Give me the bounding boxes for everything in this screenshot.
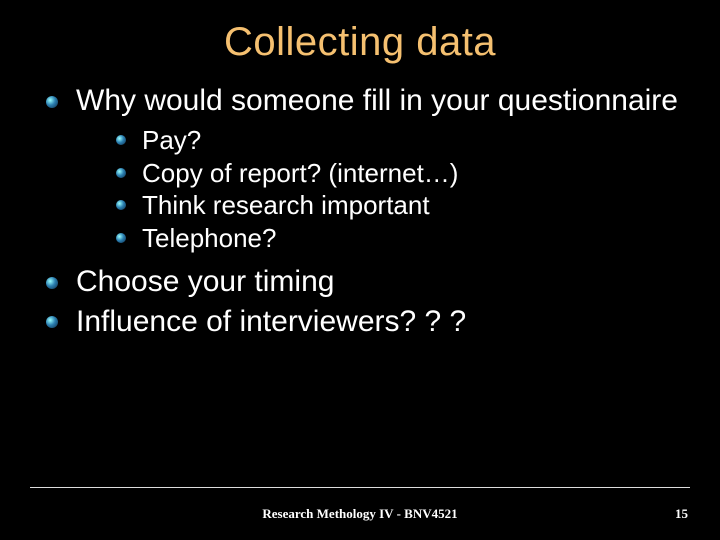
bullet-list: Why would someone fill in your questionn…	[40, 83, 680, 339]
bullet-text: Why would someone fill in your questionn…	[76, 84, 678, 117]
slide-title: Collecting data	[0, 0, 720, 75]
bullet-item: Why would someone fill in your questionn…	[40, 83, 680, 254]
bullet-text: Choose your timing	[76, 265, 334, 298]
bullet-item: Influence of interviewers? ? ?	[40, 304, 680, 339]
sub-bullet-item: Pay?	[112, 124, 680, 157]
bullet-item: Choose your timing	[40, 264, 680, 299]
bullet-text: Influence of interviewers? ? ?	[76, 305, 466, 338]
footer-divider	[30, 487, 690, 488]
sub-bullet-item: Telephone?	[112, 222, 680, 255]
sub-bullet-text: Think research important	[142, 190, 430, 220]
sub-bullet-item: Copy of report? (internet…)	[112, 157, 680, 190]
sub-bullet-text: Telephone?	[142, 223, 276, 253]
slide: Collecting data Why would someone fill i…	[0, 0, 720, 540]
sub-bullet-item: Think research important	[112, 189, 680, 222]
sub-bullet-text: Pay?	[142, 125, 201, 155]
slide-body: Why would someone fill in your questionn…	[0, 83, 720, 339]
page-number: 15	[675, 506, 688, 522]
footer-text: Research Methology IV - BNV4521	[0, 506, 720, 522]
sub-bullet-list: Pay? Copy of report? (internet…) Think r…	[112, 124, 680, 254]
sub-bullet-text: Copy of report? (internet…)	[142, 158, 458, 188]
